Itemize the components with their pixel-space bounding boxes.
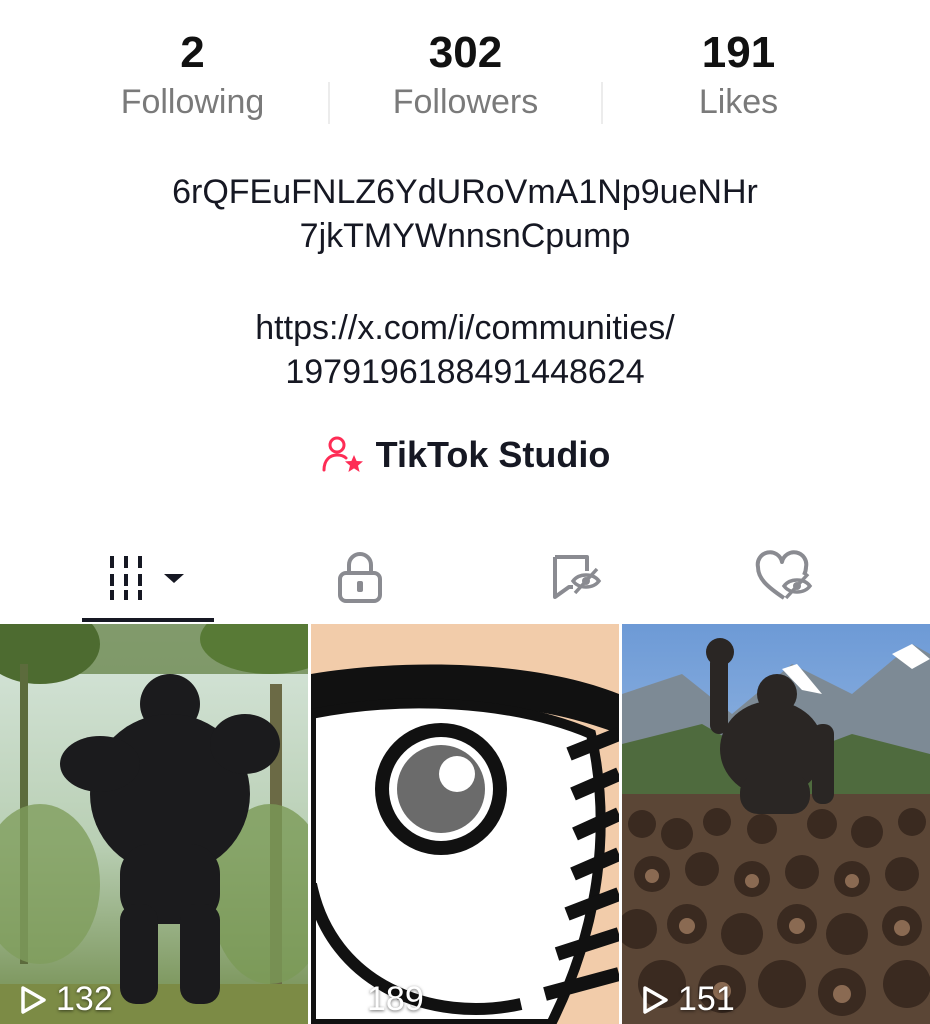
bio-line: 7jkTMYWnnsnCpump xyxy=(299,217,631,255)
bio-link[interactable]: 1979196188491448624 xyxy=(0,350,930,394)
following-label: Following xyxy=(120,83,265,121)
play-icon xyxy=(643,985,668,1014)
followers-count: 302 xyxy=(428,28,503,77)
view-count: 151 xyxy=(640,980,735,1019)
lock-icon xyxy=(338,552,382,603)
video-thumbnail[interactable]: 151 xyxy=(622,624,930,1024)
view-count-value: 132 xyxy=(56,980,113,1018)
bio-link[interactable]: https://x.com/i/communities/ xyxy=(0,306,930,350)
following-stat[interactable]: 2 Following xyxy=(56,22,329,120)
tab-reposts[interactable] xyxy=(515,530,635,624)
tiktok-studio-label: TikTok Studio xyxy=(375,434,611,475)
play-icon xyxy=(332,985,357,1014)
video-grid: 132 189 151 xyxy=(0,624,930,1024)
view-count-value: 151 xyxy=(678,980,735,1018)
repost-hidden-icon xyxy=(553,555,602,599)
liked-hidden-icon xyxy=(755,550,813,600)
videos-grid-icon xyxy=(110,556,184,600)
play-icon xyxy=(21,985,46,1014)
video-thumbnail-image xyxy=(311,624,619,1024)
likes-stat[interactable]: 191 Likes xyxy=(602,22,875,120)
video-thumbnail[interactable]: 189 xyxy=(311,624,619,1024)
view-count: 132 xyxy=(18,980,113,1019)
video-thumbnail-image xyxy=(622,624,930,1024)
view-count-value: 189 xyxy=(367,980,424,1018)
selected-tab-indicator xyxy=(82,618,214,622)
video-thumbnail-image xyxy=(0,624,308,1024)
tiktok-studio-button[interactable]: TikTok Studio xyxy=(0,430,930,480)
tab-videos[interactable] xyxy=(82,530,214,624)
followers-stat[interactable]: 302 Followers xyxy=(329,22,602,120)
view-count: 189 xyxy=(329,980,424,1019)
profile-stats: 2 Following 302 Followers 191 Likes xyxy=(0,22,930,132)
following-count: 2 xyxy=(180,28,205,77)
bio-spacer xyxy=(0,258,930,306)
followers-label: Followers xyxy=(392,83,539,121)
tab-private[interactable] xyxy=(300,530,420,624)
likes-label: Likes xyxy=(698,83,779,121)
video-thumbnail[interactable]: 132 xyxy=(0,624,308,1024)
profile-bio: 6rQFEuFNLZ6YdURoVmA1Np9ueNHr 7jkTMYWnnsn… xyxy=(0,170,930,394)
likes-count: 191 xyxy=(701,28,776,77)
bio-line: 6rQFEuFNLZ6YdURoVmA1Np9ueNHr xyxy=(172,173,758,211)
person-star-icon xyxy=(322,436,363,472)
profile-tabs xyxy=(0,530,930,624)
tab-liked[interactable] xyxy=(724,530,844,624)
